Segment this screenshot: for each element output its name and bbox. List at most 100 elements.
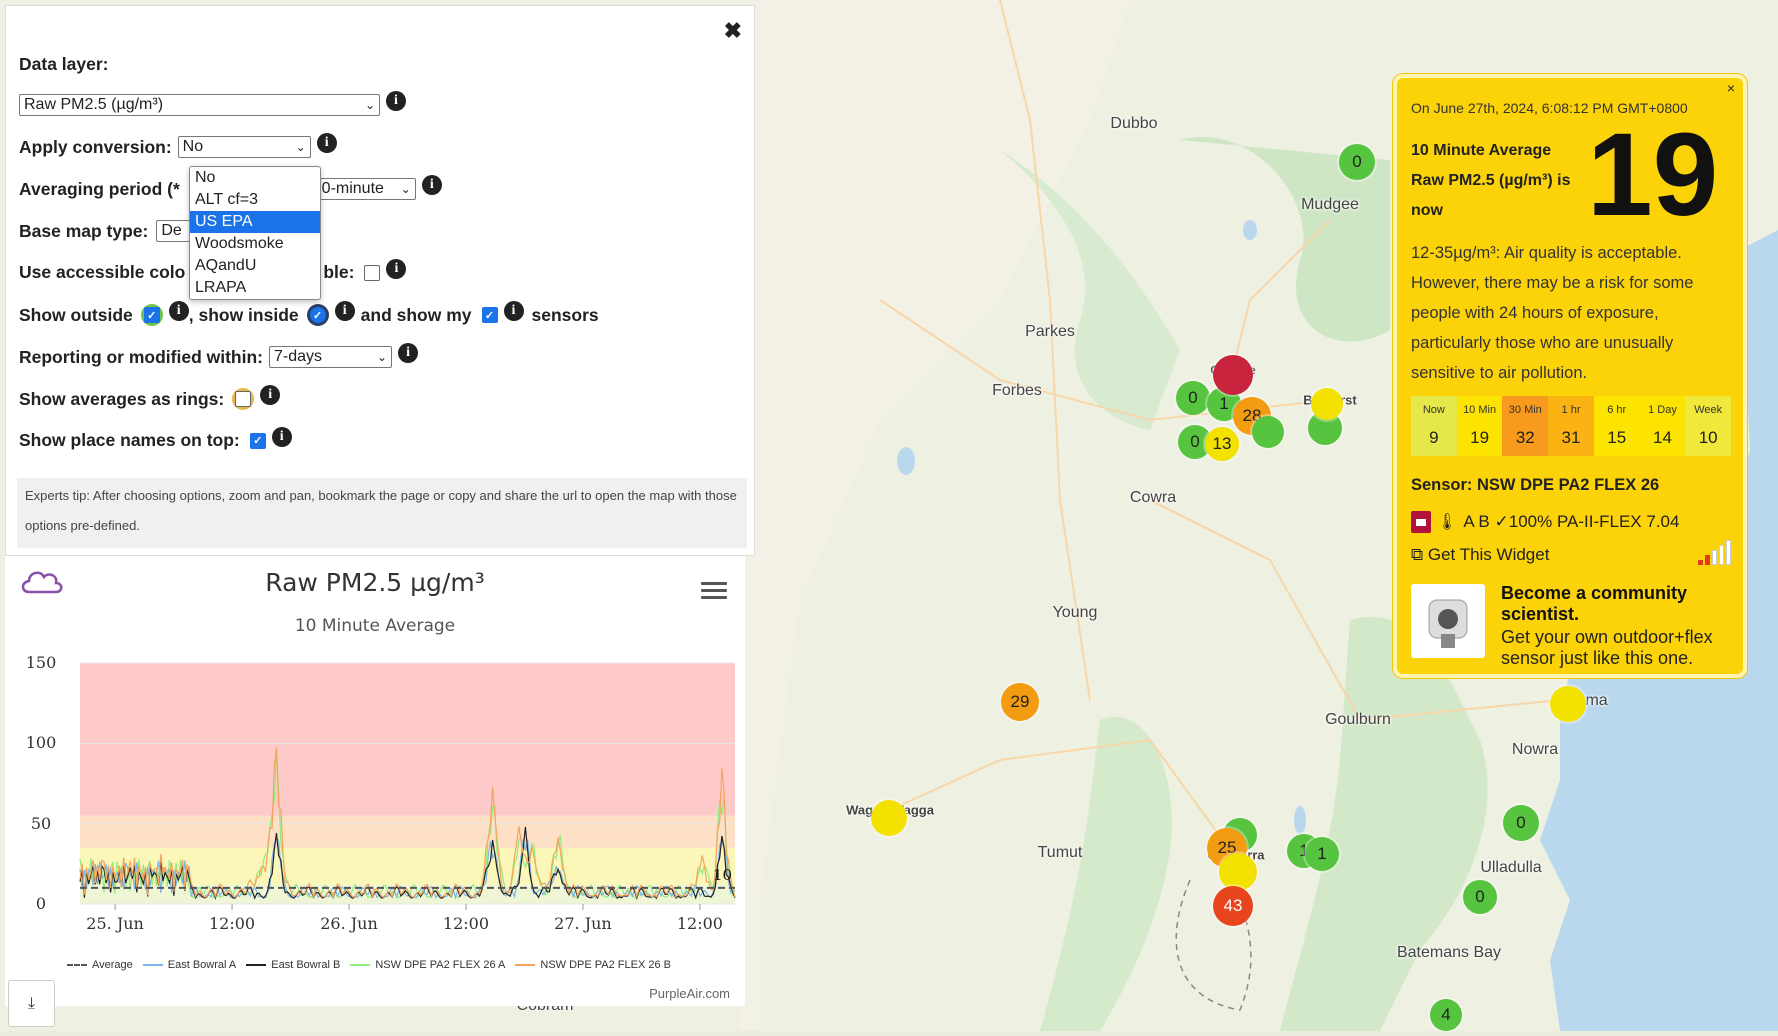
close-panel-button[interactable]: ✖ [724,18,742,44]
aqi-band [80,663,735,816]
reporting-within-select[interactable]: 7-days ⌄ [269,346,393,368]
promo-title[interactable]: Become a community scientist. [1501,583,1731,625]
legend-item[interactable]: East Bowral B [246,959,340,971]
place-names-info-icon[interactable]: i [271,426,292,447]
period-value: 14 [1652,428,1672,447]
period-cell: 6 hr 15 [1593,396,1640,456]
accessible-colors-info-icon[interactable]: i [386,258,407,279]
conversion-option[interactable]: LRAPA [190,277,320,299]
place-label-cowra: Cowra [1129,489,1177,506]
place-names-checkbox[interactable]: ✓ [249,432,266,449]
sensor-widget: × On June 27th, 2024, 6:08:12 PM GMT+080… [1393,74,1747,678]
place-label-goulburn: Goulburn [1325,711,1391,728]
apply-conversion-info-icon[interactable]: i [316,133,337,153]
period-value: 9 [1429,428,1439,447]
options-panel: ✖ Data layer: Raw PM2.5 (µg/m³) ⌄ i Apply… [5,5,755,556]
show-inside-info-icon[interactable]: i [334,301,355,321]
averages-rings-checkbox[interactable] [235,391,252,407]
reporting-within-label: Reporting or modified within: [19,346,264,367]
conversion-option[interactable]: ALT cf=3 [190,189,320,211]
sensor-marker[interactable]: 0 [1176,381,1210,415]
close-widget-button[interactable]: × [1727,80,1735,96]
pm25-chart: Raw PM2.5 µg/m³ 10 Minute Average 150 100… [5,556,745,1006]
sensor-marker[interactable]: 0 [1339,144,1375,180]
legend-item[interactable]: Average [67,959,133,971]
download-button[interactable]: ⤓ [8,980,55,1027]
sensor-marker[interactable]: 4 [1430,999,1462,1031]
legend-item[interactable]: East Bowral A [142,959,237,971]
experts-tip: Experts tip: After choosing options, zoo… [17,478,747,548]
chevron-down-icon: ⌄ [376,350,388,364]
legend-swatch [246,964,267,966]
legend-label: NSW DPE PA2 FLEX 26 B [540,959,671,971]
sensor-marker[interactable] [1219,853,1257,891]
chevron-down-icon: ⌄ [295,140,306,154]
conversion-option[interactable]: AQandU [190,255,320,277]
sensor-marker[interactable]: 0 [1503,805,1539,841]
conversion-option[interactable]: Woodsmoke [190,233,320,255]
chevron-down-icon: ⌄ [364,98,375,112]
period-cell: 10 Min 19 [1456,396,1503,456]
sensor-marker[interactable] [1252,416,1284,448]
show-outside-label: Show outside [19,304,133,325]
place-label-forbes: Forbes [992,382,1042,399]
place-label-parkes: Parkes [1025,323,1075,340]
data-layer-select[interactable]: Raw PM2.5 (µg/m³) ⌄ [19,94,380,116]
period-label: 1 hr [1561,404,1581,416]
sensor-marker[interactable]: 13 [1205,427,1239,461]
reporting-within-info-icon[interactable]: i [398,343,419,363]
legend-item[interactable]: NSW DPE PA2 FLEX 26 A [350,959,505,971]
widget-description: 12-35µg/m³: Air quality is acceptable. H… [1411,244,1694,382]
sensor-marker[interactable] [1213,355,1253,395]
get-widget-link[interactable]: ⧉ Get This Widget [1411,545,1549,565]
place-label-young: Young [1052,604,1098,621]
widget-current-value: 19 [1587,109,1719,241]
averaging-period-select[interactable]: 10-minute ⌄ [307,178,416,200]
period-label: 1 Day [1648,404,1677,416]
show-my-checkbox[interactable]: ✓ [481,307,498,323]
place-label-batemans-bay: Batemans Bay [1396,944,1502,961]
period-cell: 1 Day 14 [1639,396,1686,456]
show-outside-checkbox[interactable]: ✓ [143,307,160,323]
widget-sensor-name[interactable]: Sensor: NSW DPE PA2 FLEX 26 [1411,476,1659,495]
data-layer-info-icon[interactable]: i [386,91,406,111]
conversion-option[interactable]: US EPA [190,211,320,233]
conversion-option[interactable]: No [190,167,320,189]
chart-credits[interactable]: PurpleAir.com [649,986,730,1001]
chart-legend: Average East Bowral A East Bowral B NSW DPE… [67,959,671,971]
sensor-marker[interactable] [871,800,907,836]
period-value: 19 [1470,428,1490,447]
accessible-colors-checkbox[interactable] [364,264,381,281]
floppy-disk-icon[interactable] [1411,511,1431,533]
conversion-dropdown-list: No ALT cf=3 US EPA Woodsmoke AQandU LRAPA [189,166,321,300]
averages-rings-info-icon[interactable]: i [260,385,281,405]
sensors-label: sensors [531,304,599,325]
show-my-info-icon[interactable]: i [503,301,524,321]
chart-plot-area: 10 [79,662,736,910]
base-map-type-label: Base map type: [19,220,149,241]
sensor-marker[interactable] [1550,686,1586,722]
x-tick-label: 26. Jun [320,914,378,933]
legend-item[interactable]: NSW DPE PA2 FLEX 26 B [515,959,671,971]
legend-label: East Bowral B [271,959,341,971]
averaging-period-info-icon[interactable]: i [421,175,442,195]
show-inside-checkbox[interactable]: ✓ [309,307,326,323]
accessible-colors-label: Use accessible colo [19,262,186,282]
legend-swatch [515,964,536,966]
sensor-marker[interactable]: 29 [1001,683,1039,721]
sensor-marker[interactable]: 43 [1213,886,1253,926]
widget-measure-label: 10 Minute Average Raw PM2.5 (µg/m³) is n… [1411,142,1571,219]
sensor-marker[interactable]: 0 [1463,880,1497,914]
legend-swatch [350,964,371,966]
show-outside-info-icon[interactable]: i [168,301,189,321]
sensor-marker[interactable] [1311,388,1343,420]
show-outside-ring: ✓ [140,304,163,326]
sensor-product-image[interactable] [1411,584,1485,658]
place-label-mudgee: Mudgee [1301,196,1359,213]
legend-label: East Bowral A [167,959,237,971]
place-names-label: Show place names on top: [19,430,240,450]
period-label: Now [1422,404,1445,416]
apply-conversion-label: Apply conversion: [19,136,172,157]
apply-conversion-select[interactable]: No ⌄ [177,136,311,158]
sensor-marker[interactable]: 1 [1305,837,1339,871]
